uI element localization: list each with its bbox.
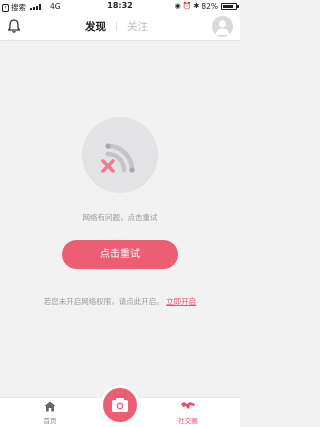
avatar[interactable] xyxy=(212,16,233,37)
battery-percent: 82% xyxy=(201,2,218,11)
top-header: 发现 关注 xyxy=(0,13,240,41)
nav-label-home: 首页 xyxy=(43,417,57,425)
tab-following[interactable]: 关注 xyxy=(127,19,148,34)
top-tabs: 发现 关注 xyxy=(85,19,148,34)
camera-button[interactable] xyxy=(100,385,140,425)
social-circle-icon xyxy=(181,402,195,409)
error-cross-icon xyxy=(101,159,115,173)
tab-divider xyxy=(116,22,117,31)
permission-notice: 若您未开启网络权限，请点此开启。 立即开启 xyxy=(0,296,240,307)
nav-item-social[interactable]: 社交圈 xyxy=(168,401,208,425)
error-message: 网络有问题，点击重试 xyxy=(82,213,158,222)
bell-icon[interactable] xyxy=(6,18,22,34)
home-icon xyxy=(44,401,56,412)
retry-button[interactable]: 点击重试 xyxy=(62,240,178,269)
network-error-illustration xyxy=(82,117,158,193)
camera-icon xyxy=(112,398,128,412)
tab-discover[interactable]: 发现 xyxy=(85,19,106,34)
location-icon: ◉ xyxy=(174,2,181,10)
battery-icon xyxy=(221,3,239,10)
user-icon xyxy=(215,20,230,35)
alarm-icon: ⏰ xyxy=(182,2,192,10)
open-permission-link[interactable]: 立即开启 xyxy=(166,297,196,306)
status-bar: ‹ 搜索 4G 18:32 ◉ ⏰ ✱ 82% xyxy=(0,0,240,13)
bluetooth-icon: ✱ xyxy=(193,2,200,10)
nav-label-social: 社交圈 xyxy=(178,417,198,425)
status-right: ◉ ⏰ ✱ 82% xyxy=(174,1,239,12)
broken-wifi-icon xyxy=(101,143,135,173)
nav-item-home[interactable]: 首页 xyxy=(30,401,70,425)
permission-text: 若您未开启网络权限，请点此开启。 xyxy=(43,297,164,306)
